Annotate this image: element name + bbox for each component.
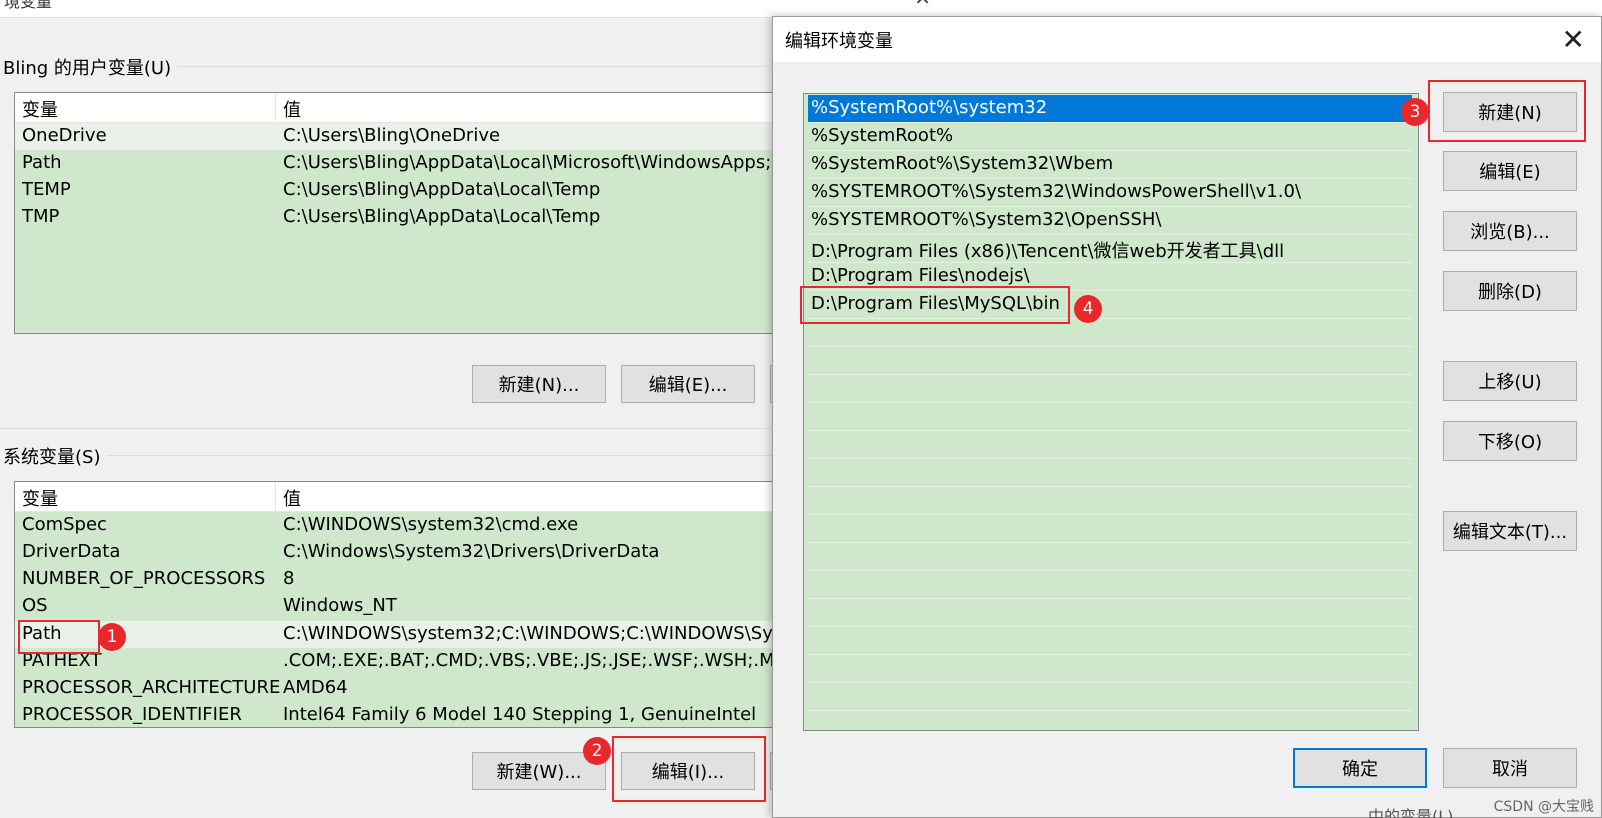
column-divider[interactable] [275,482,276,512]
path-text: %SYSTEMROOT%\System32\OpenSSH\ [811,209,1162,230]
var-value: C:\Users\Bling\OneDrive [283,125,501,146]
user-edit-button[interactable]: 编辑(E)... [621,365,755,403]
var-value: C:\Windows\System32\Drivers\DriverData [283,541,660,562]
list-item-empty[interactable] [808,487,1412,515]
ok-button[interactable]: 确定 [1293,748,1427,788]
list-item-empty[interactable] [808,347,1412,375]
user-vars-table: 变量 值 OneDrive C:\Users\Bling\OneDrive Pa… [14,92,794,334]
list-item[interactable]: D:\Program Files (x86)\Tencent\微信web开发者工… [808,235,1412,263]
list-item-empty[interactable] [808,599,1412,627]
table-header: 变量 值 [15,482,793,512]
column-divider[interactable] [275,93,276,123]
table-row[interactable]: Path C:\WINDOWS\system32;C:\WINDOWS;C:\W… [15,621,793,648]
column-header-name[interactable]: 变量 [22,485,58,511]
edit-text-button[interactable]: 编辑文本(T)... [1443,511,1577,551]
edit-button[interactable]: 编辑(E) [1443,151,1577,191]
path-text: D:\Program Files\nodejs\ [811,265,1030,286]
list-item-empty[interactable] [808,403,1412,431]
system-vars-group-label: 系统变量(S) [3,443,107,469]
user-new-button[interactable]: 新建(N)... [472,365,606,403]
user-vars-group-label: Bling 的用户变量(U) [3,54,178,80]
system-vars-table: 变量 值 ComSpec C:\WINDOWS\system32\cmd.exe… [14,481,794,728]
path-text: %SystemRoot%\system32 [811,97,1048,118]
table-row[interactable]: TMP C:\Users\Bling\AppData\Local\Temp [15,204,793,231]
column-header-value[interactable]: 值 [283,485,301,511]
delete-button[interactable]: 删除(D) [1443,271,1577,311]
path-text: %SystemRoot% [811,125,954,146]
var-value: AMD64 [283,677,348,698]
column-header-value[interactable]: 值 [283,96,301,122]
list-item[interactable]: %SYSTEMROOT%\System32\OpenSSH\ [808,207,1412,235]
var-name: Path [22,152,62,173]
step-badge-3: 3 [1401,98,1429,126]
list-item[interactable]: %SystemRoot% [808,123,1412,151]
path-text: %SYSTEMROOT%\System32\WindowsPowerShell\… [811,181,1302,202]
var-value: C:\Users\Bling\AppData\Local\Temp [283,206,601,227]
list-item-empty[interactable] [808,543,1412,571]
var-value: C:\WINDOWS\system32\cmd.exe [283,514,579,535]
browse-button[interactable]: 浏览(B)... [1443,211,1577,251]
table-row[interactable]: DriverData C:\Windows\System32\Drivers\D… [15,539,793,566]
list-item-empty[interactable] [808,571,1412,599]
var-name: OneDrive [22,125,107,146]
cancel-button[interactable]: 取消 [1443,748,1577,788]
highlight-box-mysql [800,286,1070,324]
var-name: TMP [22,206,60,227]
var-name: PROCESSOR_IDENTIFIER [22,704,242,725]
highlight-box-edit [612,736,766,802]
column-header-name[interactable]: 变量 [22,96,58,122]
path-text: %SystemRoot%\System32\Wbem [811,153,1114,174]
move-down-button[interactable]: 下移(O) [1443,421,1577,461]
var-name: OS [22,595,48,616]
step-badge-2: 2 [583,737,611,765]
list-item-empty[interactable] [808,683,1412,711]
var-name: NUMBER_OF_PROCESSORS [22,568,266,589]
table-row[interactable]: PROCESSOR_ARCHITECTURE AMD64 [15,675,793,702]
var-name: DriverData [22,541,121,562]
list-item-empty[interactable] [808,459,1412,487]
var-name: TEMP [22,179,71,200]
watermark: CSDN @大宝贱 [1493,799,1594,815]
dialog-title: 编辑环境变量 [785,31,893,52]
table-row[interactable]: TEMP C:\Users\Bling\AppData\Local\Temp [15,177,793,204]
move-up-button[interactable]: 上移(U) [1443,361,1577,401]
var-name: ComSpec [22,514,107,535]
var-value: Windows_NT [283,595,397,616]
list-item-empty[interactable] [808,431,1412,459]
step-badge-1: 1 [98,623,126,651]
var-value: Intel64 Family 6 Model 140 Stepping 1, G… [283,704,757,725]
var-value: C:\WINDOWS\system32;C:\WINDOWS;C:\WINDOW… [283,623,783,644]
var-value: .COM;.EXE;.BAT;.CMD;.VBS;.VBE;.JS;.JSE;.… [283,650,794,671]
path-text: D:\Program Files (x86)\Tencent\微信web开发者工… [811,241,1285,262]
close-icon[interactable]: ✕ [1562,23,1585,56]
close-icon[interactable]: ✕ [914,0,931,10]
list-item[interactable]: %SystemRoot%\system32 [808,95,1412,123]
highlight-box-path [18,620,100,654]
var-value: C:\Users\Bling\AppData\Local\Temp [283,179,601,200]
table-row[interactable]: PATHEXT .COM;.EXE;.BAT;.CMD;.VBS;.VBE;.J… [15,648,793,675]
table-row[interactable]: NUMBER_OF_PROCESSORS 8 [15,566,793,593]
highlight-box-new [1428,80,1586,142]
table-row[interactable]: OneDrive C:\Users\Bling\OneDrive [15,123,793,150]
list-item-empty[interactable] [808,655,1412,683]
var-name: PROCESSOR_ARCHITECTURE [22,677,281,698]
path-list[interactable]: %SystemRoot%\system32 %SystemRoot% %Syst… [803,93,1419,731]
table-row[interactable]: PROCESSOR_IDENTIFIER Intel64 Family 6 Mo… [15,702,793,727]
bottom-partial-label: 中的变量(L) [1368,807,1454,818]
list-item-empty[interactable] [808,515,1412,543]
var-value: 8 [283,568,295,589]
window-title: 境变量 [4,0,53,11]
var-value: C:\Users\Bling\AppData\Local\Microsoft\W… [283,152,778,173]
list-item-empty[interactable] [808,627,1412,655]
list-item-empty[interactable] [808,375,1412,403]
dialog-titlebar: 编辑环境变量 ✕ [773,17,1601,62]
table-row[interactable]: ComSpec C:\WINDOWS\system32\cmd.exe [15,512,793,539]
list-item[interactable]: %SYSTEMROOT%\System32\WindowsPowerShell\… [808,179,1412,207]
table-header: 变量 值 [15,93,793,123]
list-item[interactable]: %SystemRoot%\System32\Wbem [808,151,1412,179]
step-badge-4: 4 [1074,295,1102,323]
table-row[interactable]: Path C:\Users\Bling\AppData\Local\Micros… [15,150,793,177]
table-row[interactable]: OS Windows_NT [15,593,793,620]
